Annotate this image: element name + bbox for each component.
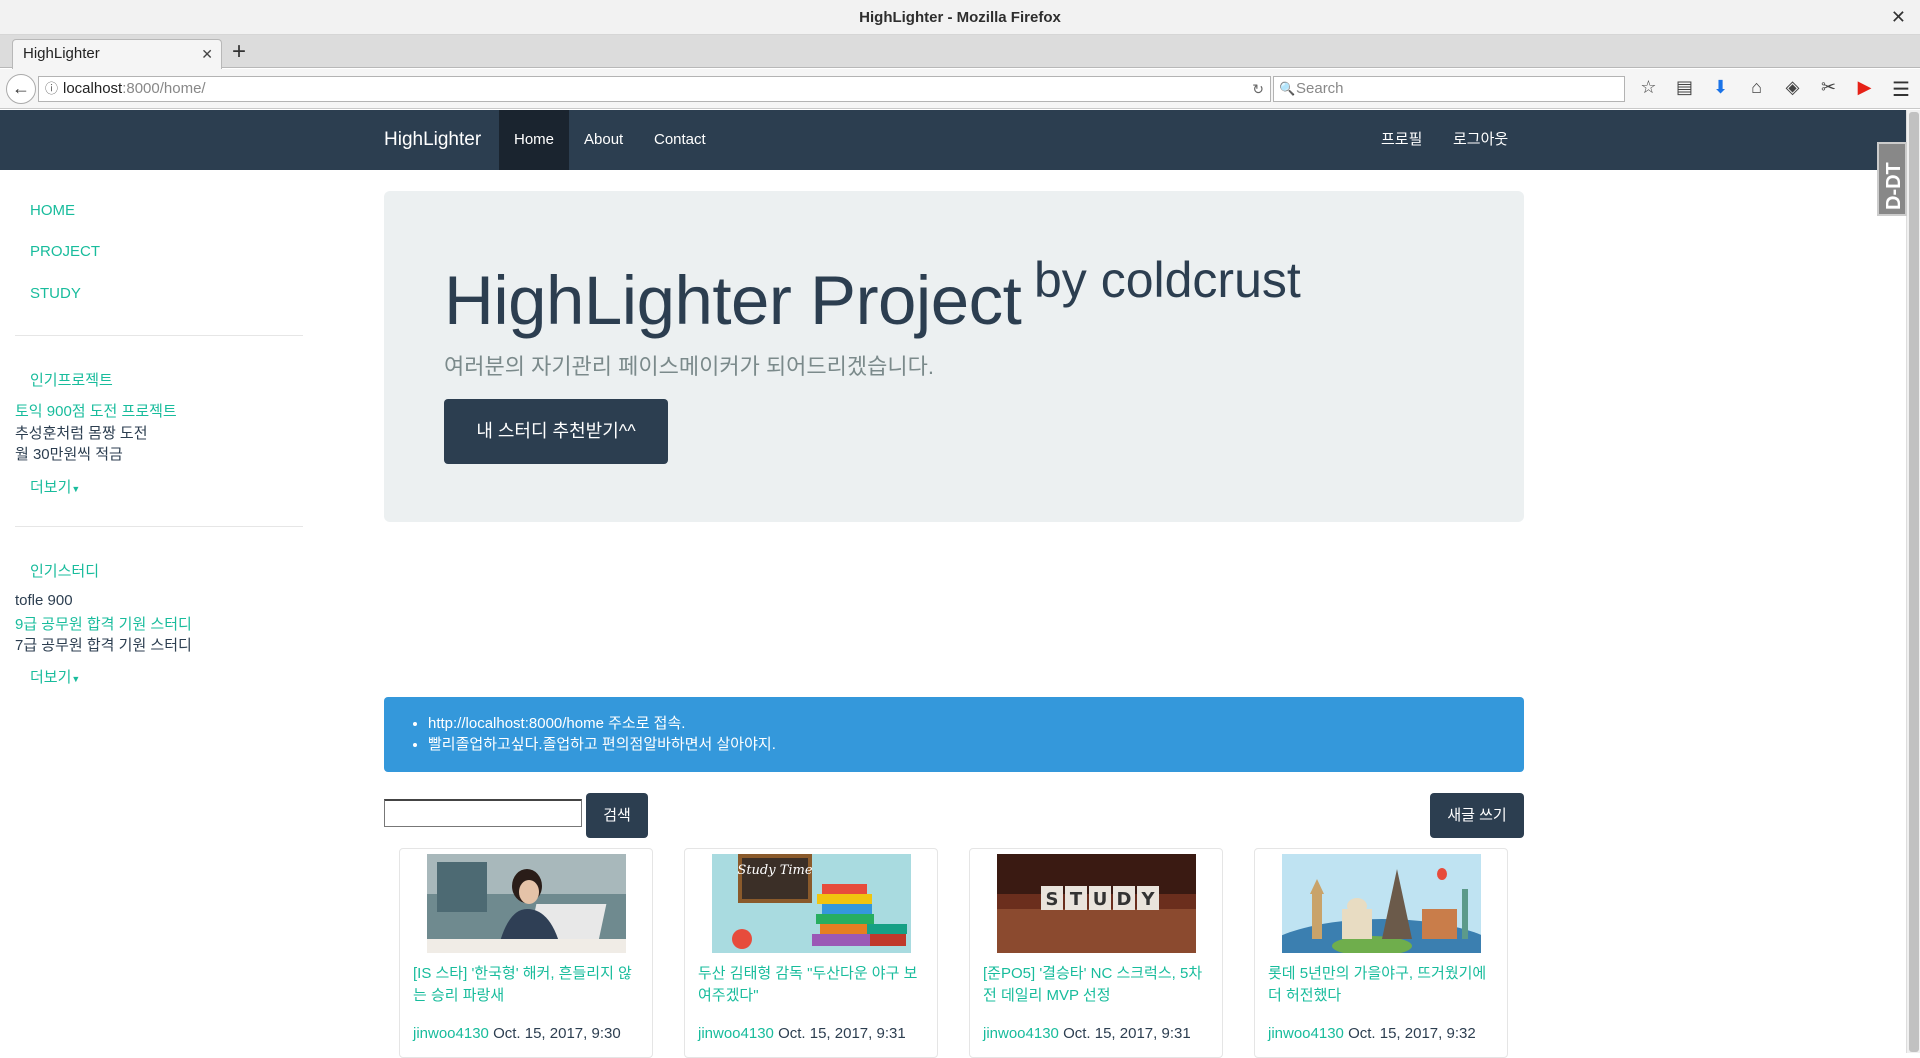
home-icon[interactable]: ⌂ (1744, 77, 1769, 101)
study-block-letter: U (1093, 889, 1108, 910)
tab-close-icon[interactable]: ✕ (201, 40, 213, 68)
caret-down-icon: ▼ (71, 484, 81, 494)
url-host: localhost (63, 80, 123, 97)
card-author[interactable]: jinwoo4130 (413, 1025, 489, 1042)
card-author[interactable]: jinwoo4130 (698, 1025, 774, 1042)
window-title: HighLighter - Mozilla Firefox (859, 9, 1061, 26)
nav-contact[interactable]: Contact (639, 110, 721, 170)
study-block-letter: D (1117, 889, 1132, 910)
tab-label: HighLighter (23, 45, 100, 62)
notice-item: 빨리졸업하고싶다.졸업하고 편의점알바하면서 살아야지. (428, 734, 1524, 755)
notice-alert: http://localhost:8000/home 주소로 접속. 빨리졸업하… (384, 697, 1524, 772)
popular-studies-heading[interactable]: 인기스터디 (30, 560, 99, 581)
card-thumbnail-student[interactable] (427, 854, 626, 953)
search-placeholder: Search (1296, 80, 1344, 97)
chalkboard-text: Study Time (737, 863, 812, 878)
window-close-icon[interactable]: ✕ (1891, 0, 1906, 35)
jumbotron-by: by coldcrust (1034, 252, 1301, 308)
card-thumbnail-world-landmarks[interactable] (1282, 854, 1481, 953)
address-bar[interactable]: ⓘ localhost:8000/home/ ↻ (38, 76, 1271, 102)
url-path: :8000/home/ (122, 80, 206, 97)
pocket-icon[interactable]: ◈ (1780, 77, 1805, 101)
more-label: 더보기 (30, 669, 72, 686)
popular-study-item[interactable]: 9급 공무원 합격 기원 스터디 (15, 613, 192, 634)
post-card[interactable]: S T U D Y [준PO5] '결승타' NC 스크럭스, 5차전 데일리 … (969, 848, 1223, 1058)
reading-list-icon[interactable]: ▤ (1672, 77, 1697, 101)
sidebar-link-home[interactable]: HOME (30, 202, 75, 219)
site-navbar: HighLighter Home About Contact 프로필 로그아웃 (0, 110, 1906, 170)
card-date: Oct. 15, 2017, 9:32 (1348, 1025, 1476, 1042)
jumbotron: HighLighter Project by coldcrust 여러분의 자기… (384, 191, 1524, 522)
study-block-letter: Y (1140, 889, 1155, 910)
tab-bar: HighLighter ✕ + (0, 35, 1920, 69)
card-meta: jinwoo4130 Oct. 15, 2017, 9:30 (413, 1025, 621, 1042)
browser-tab[interactable]: HighLighter ✕ (12, 39, 222, 69)
card-meta: jinwoo4130 Oct. 15, 2017, 9:32 (1268, 1025, 1476, 1042)
ddt-addon-tab[interactable]: D-DT (1877, 142, 1907, 216)
popular-projects-more-dropdown[interactable]: 더보기▼ (30, 476, 80, 497)
card-thumbnail-study-blocks[interactable]: S T U D Y (997, 854, 1196, 953)
search-bar[interactable]: 🔍 Search (1273, 76, 1625, 102)
card-thumbnail-study-time[interactable]: Study Time (712, 854, 911, 953)
notice-item: http://localhost:8000/home 주소로 접속. (428, 713, 1524, 734)
sidebar-link-study[interactable]: STUDY (30, 285, 81, 302)
nav-about[interactable]: About (569, 110, 638, 170)
study-block-letter: S (1046, 889, 1059, 910)
caret-down-icon: ▼ (71, 674, 81, 684)
window-titlebar: HighLighter - Mozilla Firefox ✕ (0, 0, 1920, 35)
youtube-addon-icon[interactable]: ▶ (1852, 77, 1877, 101)
popular-study-item[interactable]: tofle 900 (15, 592, 73, 609)
site-info-icon[interactable]: ⓘ (45, 77, 58, 101)
reload-icon[interactable]: ↻ (1252, 77, 1264, 101)
card-date: Oct. 15, 2017, 9:31 (1063, 1025, 1191, 1042)
sidebar-divider (15, 526, 303, 527)
card-title[interactable]: 두산 김태형 감독 "두산다운 야구 보여주겠다" (698, 963, 928, 1007)
card-meta: jinwoo4130 Oct. 15, 2017, 9:31 (698, 1025, 906, 1042)
popular-project-item[interactable]: 월 30만원씩 적금 (15, 443, 123, 464)
jumbotron-title: HighLighter Project (444, 262, 1022, 339)
post-search-input[interactable] (384, 799, 582, 827)
more-label: 더보기 (30, 479, 72, 496)
search-icon: 🔍 (1279, 81, 1296, 96)
jumbotron-lead: 여러분의 자기관리 페이스메이커가 되어드리겠습니다. (444, 354, 934, 379)
card-date: Oct. 15, 2017, 9:31 (778, 1025, 906, 1042)
download-icon[interactable]: ⬇ (1708, 77, 1733, 101)
nav-logout[interactable]: 로그아웃 (1438, 110, 1523, 170)
study-block-letter: T (1070, 889, 1083, 910)
popular-project-item[interactable]: 추성훈처럼 몸짱 도전 (15, 422, 148, 443)
popular-studies-more-dropdown[interactable]: 더보기▼ (30, 666, 80, 687)
card-date: Oct. 15, 2017, 9:30 (493, 1025, 621, 1042)
post-card[interactable]: 롯데 5년만의 가을야구, 뜨거웠기에 더 허전했다 jinwoo4130 Oc… (1254, 848, 1508, 1058)
popular-project-item[interactable]: 토익 900점 도전 프로젝트 (15, 400, 177, 421)
sidebar-link-project[interactable]: PROJECT (30, 243, 100, 260)
post-card[interactable]: Study Time 두산 김태형 감독 "두산다운 야구 보여주겠다" jin… (684, 848, 938, 1058)
card-author[interactable]: jinwoo4130 (983, 1025, 1059, 1042)
card-title[interactable]: 롯데 5년만의 가을야구, 뜨거웠기에 더 허전했다 (1268, 963, 1498, 1007)
post-card[interactable]: [IS 스타] '한국형' 해커, 흔들리지 않는 승리 파랑새 jinwoo4… (399, 848, 653, 1058)
sidebar-divider (15, 335, 303, 336)
back-arrow-icon[interactable]: ← (6, 74, 36, 104)
card-title[interactable]: [준PO5] '결승타' NC 스크럭스, 5차전 데일리 MVP 선정 (983, 963, 1213, 1007)
search-button[interactable]: 검색 (586, 793, 648, 838)
bookmark-star-icon[interactable]: ☆ (1636, 77, 1661, 101)
recommend-study-button[interactable]: 내 스터디 추천받기^^ (444, 399, 668, 464)
nav-home[interactable]: Home (499, 110, 570, 170)
card-title[interactable]: [IS 스타] '한국형' 해커, 흔들리지 않는 승리 파랑새 (413, 963, 643, 1007)
screenshot-icon[interactable]: ✂ (1816, 77, 1841, 101)
site-brand[interactable]: HighLighter (384, 110, 481, 170)
popular-study-item[interactable]: 7급 공무원 합격 기원 스터디 (15, 634, 192, 655)
nav-profile[interactable]: 프로필 (1366, 110, 1437, 170)
toolbar-icons: ☆ ▤ ⬇ ⌂ ◈ ✂ ▶ (1636, 77, 1877, 101)
ddt-addon-label: D-DT (1883, 162, 1905, 210)
browser-toolbar: ← ⓘ localhost:8000/home/ ↻ 🔍 Search ☆ ▤ … (0, 69, 1920, 109)
card-author[interactable]: jinwoo4130 (1268, 1025, 1344, 1042)
scrollbar-thumb[interactable] (1909, 112, 1919, 1052)
page-scrollbar[interactable] (1906, 110, 1920, 1053)
write-post-button[interactable]: 새글 쓰기 (1430, 793, 1524, 838)
card-meta: jinwoo4130 Oct. 15, 2017, 9:31 (983, 1025, 1191, 1042)
popular-projects-heading[interactable]: 인기프로젝트 (30, 369, 113, 390)
new-tab-icon[interactable]: + (232, 38, 246, 66)
hamburger-menu-icon[interactable]: ☰ (1892, 77, 1910, 102)
